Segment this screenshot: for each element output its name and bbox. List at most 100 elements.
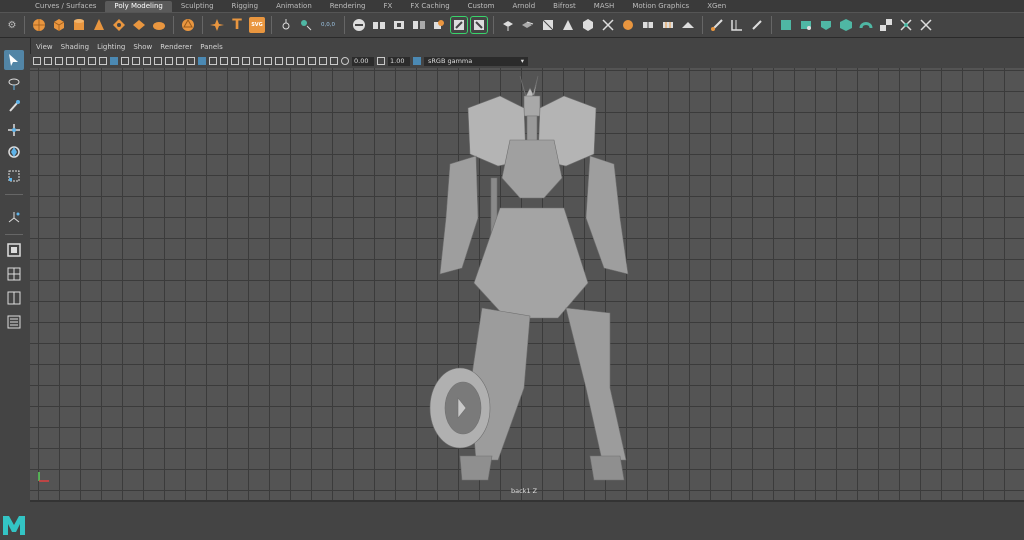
- tab-sculpting[interactable]: Sculpting: [172, 1, 223, 12]
- move-tool-icon[interactable]: [4, 120, 24, 140]
- layout-two-icon[interactable]: [4, 288, 24, 308]
- mirror-icon[interactable]: [411, 17, 427, 33]
- uv-automatic-icon[interactable]: [838, 17, 854, 33]
- uv-camera-icon[interactable]: [858, 17, 874, 33]
- safe-action-icon[interactable]: [165, 57, 173, 65]
- reduce-icon[interactable]: [450, 16, 468, 34]
- multi-cut-icon[interactable]: [600, 17, 616, 33]
- exposure-icon[interactable]: [341, 57, 349, 65]
- wireframe-icon[interactable]: [187, 57, 195, 65]
- poly-disc-icon[interactable]: [151, 17, 167, 33]
- layout-four-icon[interactable]: [4, 264, 24, 284]
- tab-animation[interactable]: Animation: [267, 1, 321, 12]
- ambient-occlusion-icon[interactable]: [253, 57, 261, 65]
- bridge-icon[interactable]: [520, 17, 536, 33]
- anti-aliasing-icon[interactable]: [275, 57, 283, 65]
- safe-title-icon[interactable]: [176, 57, 184, 65]
- separate-icon[interactable]: [371, 17, 387, 33]
- uv-planar-icon[interactable]: [778, 17, 794, 33]
- combine-icon[interactable]: [351, 17, 367, 33]
- sweep-mesh-icon[interactable]: [278, 17, 294, 33]
- xray-joints-icon[interactable]: [319, 57, 327, 65]
- motion-blur-icon[interactable]: [264, 57, 272, 65]
- paint-select-icon[interactable]: [4, 96, 24, 116]
- offset-edge-loop-icon[interactable]: [680, 17, 696, 33]
- field-chart-icon[interactable]: [154, 57, 162, 65]
- svg-icon[interactable]: SVG: [249, 17, 265, 33]
- camera-attributes-icon[interactable]: [44, 57, 52, 65]
- remesh-icon[interactable]: [470, 16, 488, 34]
- xray-icon[interactable]: [308, 57, 316, 65]
- viewport-3d[interactable]: back1 Z: [30, 68, 1024, 500]
- rotate-tool-icon[interactable]: [4, 142, 24, 162]
- film-gate-icon[interactable]: [121, 57, 129, 65]
- grid-icon[interactable]: [110, 57, 118, 65]
- tab-custom[interactable]: Custom: [459, 1, 504, 12]
- scale-tool-icon[interactable]: [4, 166, 24, 186]
- uv-checker-icon[interactable]: [878, 17, 894, 33]
- tab-poly-modeling[interactable]: Poly Modeling: [105, 1, 172, 12]
- target-weld-icon[interactable]: [620, 17, 636, 33]
- tab-fx-caching[interactable]: FX Caching: [401, 1, 458, 12]
- menu-shading[interactable]: Shading: [61, 43, 89, 54]
- insert-edge-loop-icon[interactable]: [660, 17, 676, 33]
- color-space-dropdown[interactable]: sRGB gamma ▾: [424, 56, 528, 66]
- image-plane-icon[interactable]: [66, 57, 74, 65]
- tab-bifrost[interactable]: Bifrost: [544, 1, 585, 12]
- slide-edge-icon[interactable]: [729, 17, 745, 33]
- xray-components-icon[interactable]: [330, 57, 338, 65]
- textured-icon[interactable]: [220, 57, 228, 65]
- poly-plane-icon[interactable]: [131, 17, 147, 33]
- depth-of-field-icon[interactable]: [286, 57, 294, 65]
- super-shape-icon[interactable]: [209, 17, 225, 33]
- tab-rigging[interactable]: Rigging: [223, 1, 268, 12]
- bookmark-icon[interactable]: [55, 57, 63, 65]
- platonic-solid-icon[interactable]: [180, 17, 196, 33]
- menu-lighting[interactable]: Lighting: [97, 43, 125, 54]
- fill-hole-icon[interactable]: [580, 17, 596, 33]
- smooth-shade-icon[interactable]: [198, 57, 206, 65]
- tab-curves-surfaces[interactable]: Curves / Surfaces: [26, 1, 105, 12]
- tab-xgen[interactable]: XGen: [698, 1, 735, 12]
- default-material-icon[interactable]: [209, 57, 217, 65]
- uv-cut-icon[interactable]: [918, 17, 934, 33]
- bevel-icon[interactable]: [540, 17, 556, 33]
- boolean-icon[interactable]: [431, 17, 447, 33]
- tab-arnold[interactable]: Arnold: [504, 1, 545, 12]
- menu-show[interactable]: Show: [133, 43, 152, 54]
- poly-torus-icon[interactable]: [111, 17, 127, 33]
- lights-icon[interactable]: [231, 57, 239, 65]
- quad-draw-icon[interactable]: [709, 17, 725, 33]
- gate-mask-icon[interactable]: [143, 57, 151, 65]
- select-tool-icon[interactable]: [4, 50, 24, 70]
- tab-rendering[interactable]: Rendering: [321, 1, 375, 12]
- append-polygon-icon[interactable]: [560, 17, 576, 33]
- menu-view[interactable]: View: [36, 43, 53, 54]
- uv-cylindrical-icon[interactable]: [798, 17, 814, 33]
- shadows-icon[interactable]: [242, 57, 250, 65]
- gamma-field[interactable]: 1.00: [388, 56, 410, 66]
- soft-select-icon[interactable]: [4, 208, 24, 228]
- tab-motion-graphics[interactable]: Motion Graphics: [623, 1, 698, 12]
- grid-toggle-icon[interactable]: [99, 57, 107, 65]
- connect-icon[interactable]: [640, 17, 656, 33]
- layout-single-icon[interactable]: [4, 240, 24, 260]
- poly-sphere-icon[interactable]: [31, 17, 47, 33]
- 2d-pan-zoom-icon[interactable]: [77, 57, 85, 65]
- type-text-icon[interactable]: T: [229, 17, 245, 33]
- paint-tool-icon[interactable]: [749, 17, 765, 33]
- uv-spherical-icon[interactable]: [818, 17, 834, 33]
- poly-cylinder-icon[interactable]: [71, 17, 87, 33]
- isolate-select-icon[interactable]: [297, 57, 305, 65]
- color-management-icon[interactable]: [413, 57, 421, 65]
- robot-model[interactable]: [30, 68, 1024, 500]
- resolution-gate-icon[interactable]: [132, 57, 140, 65]
- select-camera-icon[interactable]: [33, 57, 41, 65]
- layout-outliner-icon[interactable]: [4, 312, 24, 332]
- grease-pencil-icon[interactable]: [88, 57, 96, 65]
- uv-sew-icon[interactable]: [898, 17, 914, 33]
- extrude-icon[interactable]: [500, 17, 516, 33]
- lasso-tool-icon[interactable]: [4, 74, 24, 94]
- pivot-icon[interactable]: [298, 17, 314, 33]
- menu-panels[interactable]: Panels: [200, 43, 223, 54]
